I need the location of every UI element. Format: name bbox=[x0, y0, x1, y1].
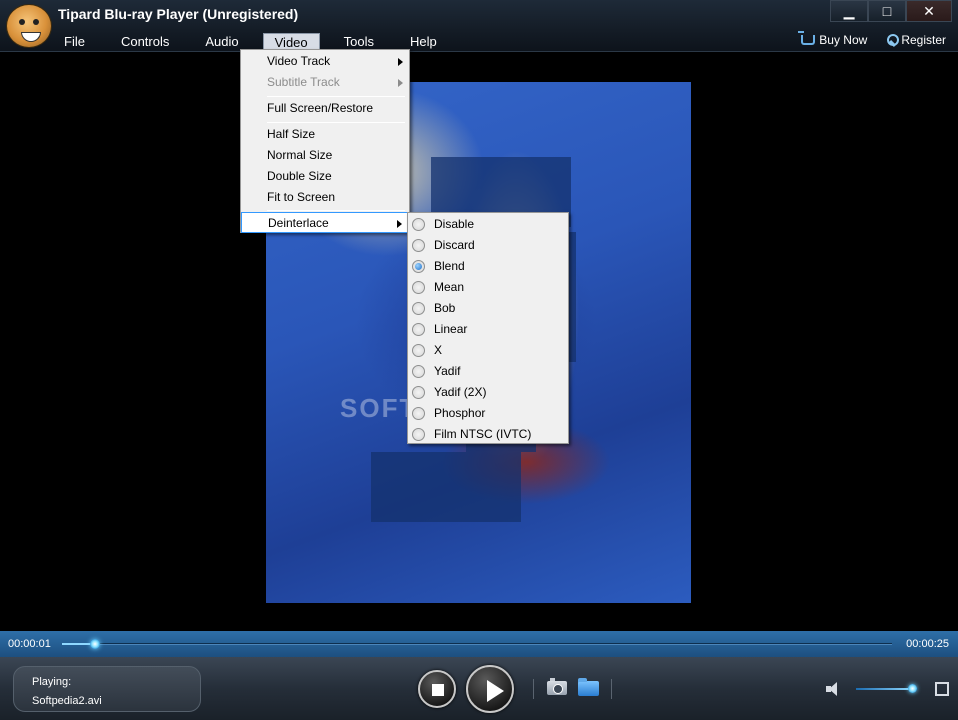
wrench-icon bbox=[885, 34, 900, 46]
fullscreen-icon[interactable] bbox=[935, 682, 949, 696]
menu-item-double-size[interactable]: Double Size bbox=[241, 166, 409, 187]
now-playing-label: Playing: bbox=[32, 676, 72, 688]
window-controls: ▁ □ ✕ bbox=[830, 0, 952, 22]
deinterlace-option-disable[interactable]: Disable bbox=[408, 214, 568, 235]
now-playing-file: Softpedia2.avi bbox=[32, 695, 102, 707]
seek-track[interactable] bbox=[62, 643, 892, 645]
submenu-arrow-icon bbox=[397, 220, 402, 228]
menu-item-label: Half Size bbox=[267, 127, 316, 141]
folder-icon[interactable] bbox=[578, 678, 599, 696]
submenu-arrow-icon bbox=[398, 79, 403, 87]
pixelated-region bbox=[371, 452, 521, 522]
option-label: Linear bbox=[434, 322, 468, 336]
option-label: Bob bbox=[434, 301, 456, 315]
menu-controls[interactable]: Controls bbox=[109, 32, 181, 52]
camera-icon[interactable] bbox=[547, 678, 567, 695]
toolbar-divider bbox=[611, 679, 612, 699]
stop-icon bbox=[432, 684, 444, 696]
play-icon bbox=[487, 680, 504, 702]
radio-button bbox=[412, 218, 425, 231]
toolbar-divider bbox=[533, 679, 534, 699]
radio-button bbox=[412, 302, 425, 315]
stop-button[interactable] bbox=[418, 670, 456, 708]
app-logo-icon bbox=[6, 4, 52, 48]
submenu-arrow-icon bbox=[398, 58, 403, 66]
option-label: Discard bbox=[434, 238, 475, 252]
option-label: X bbox=[434, 343, 443, 357]
radio-button bbox=[412, 386, 425, 399]
menu-item-label: Fit to Screen bbox=[267, 190, 336, 204]
menu-item-full-screen-restore[interactable]: Full Screen/Restore bbox=[241, 98, 409, 119]
menu-item-label: Full Screen/Restore bbox=[267, 101, 374, 115]
window-title: Tipard Blu-ray Player (Unregistered) bbox=[58, 6, 299, 22]
radio-button bbox=[412, 281, 425, 294]
deinterlace-option-bob[interactable]: Bob bbox=[408, 298, 568, 319]
register-label: Register bbox=[901, 33, 946, 47]
option-label: Yadif (2X) bbox=[434, 385, 487, 399]
menu-file[interactable]: File bbox=[52, 32, 97, 52]
option-label: Film NTSC (IVTC) bbox=[434, 427, 532, 441]
close-button[interactable]: ✕ bbox=[906, 0, 952, 22]
radio-button bbox=[412, 344, 425, 357]
option-label: Yadif bbox=[434, 364, 461, 378]
menu-item-half-size[interactable]: Half Size bbox=[241, 124, 409, 145]
volume-thumb[interactable] bbox=[907, 684, 917, 693]
play-button[interactable] bbox=[466, 665, 514, 713]
video-menu-dropdown: Video Track Subtitle Track Full Screen/R… bbox=[240, 49, 410, 233]
register-link[interactable]: Register bbox=[885, 33, 946, 47]
volume-fill bbox=[856, 688, 912, 690]
radio-button-selected bbox=[412, 260, 425, 273]
menu-item-label: Deinterlace bbox=[268, 216, 329, 230]
menu-item-normal-size[interactable]: Normal Size bbox=[241, 145, 409, 166]
menu-separator bbox=[267, 96, 405, 97]
minimize-button[interactable]: ▁ bbox=[830, 0, 868, 22]
menu-item-label: Video Track bbox=[267, 54, 331, 68]
deinterlace-option-yadif-2x[interactable]: Yadif (2X) bbox=[408, 382, 568, 403]
seek-thumb[interactable] bbox=[90, 639, 101, 649]
menu-item-fit-to-screen[interactable]: Fit to Screen bbox=[241, 187, 409, 208]
current-time: 00:00:01 bbox=[8, 638, 51, 650]
cart-icon bbox=[798, 31, 816, 45]
deinterlace-option-discard[interactable]: Discard bbox=[408, 235, 568, 256]
deinterlace-option-film-ntsc[interactable]: Film NTSC (IVTC) bbox=[408, 424, 568, 445]
deinterlace-option-mean[interactable]: Mean bbox=[408, 277, 568, 298]
menu-item-label: Normal Size bbox=[267, 148, 333, 162]
deinterlace-option-linear[interactable]: Linear bbox=[408, 319, 568, 340]
deinterlace-option-phosphor[interactable]: Phosphor bbox=[408, 403, 568, 424]
menu-item-label: Double Size bbox=[267, 169, 332, 183]
option-label: Mean bbox=[434, 280, 465, 294]
radio-button bbox=[412, 365, 425, 378]
deinterlace-option-blend[interactable]: Blend bbox=[408, 256, 568, 277]
now-playing-box: Playing: Softpedia2.avi bbox=[13, 666, 201, 712]
control-panel: Playing: Softpedia2.avi bbox=[0, 657, 958, 720]
option-label: Phosphor bbox=[434, 406, 486, 420]
menu-item-subtitle-track: Subtitle Track bbox=[241, 72, 409, 93]
speaker-icon[interactable] bbox=[826, 682, 846, 696]
radio-button bbox=[412, 239, 425, 252]
maximize-button[interactable]: □ bbox=[868, 0, 906, 22]
buy-now-link[interactable]: Buy Now bbox=[798, 31, 868, 47]
deinterlace-option-yadif[interactable]: Yadif bbox=[408, 361, 568, 382]
option-label: Blend bbox=[434, 259, 465, 273]
buy-now-label: Buy Now bbox=[819, 33, 868, 47]
menu-separator bbox=[267, 122, 405, 123]
header-links: Buy Now Register bbox=[798, 31, 946, 47]
radio-button bbox=[412, 428, 425, 441]
menu-separator bbox=[267, 210, 405, 211]
menu-item-label: Subtitle Track bbox=[267, 75, 340, 89]
menu-item-deinterlace[interactable]: Deinterlace bbox=[241, 212, 409, 233]
total-time: 00:00:25 bbox=[906, 638, 949, 650]
title-bar: Tipard Blu-ray Player (Unregistered) ▁ □… bbox=[0, 0, 958, 52]
deinterlace-submenu: Disable Discard Blend Mean Bob Linear X … bbox=[407, 212, 569, 444]
deinterlace-option-x[interactable]: X bbox=[408, 340, 568, 361]
option-label: Disable bbox=[434, 217, 475, 231]
radio-button bbox=[412, 407, 425, 420]
seek-bar-area: 00:00:01 00:00:25 bbox=[0, 631, 958, 657]
menu-item-video-track[interactable]: Video Track bbox=[241, 51, 409, 72]
radio-button bbox=[412, 323, 425, 336]
